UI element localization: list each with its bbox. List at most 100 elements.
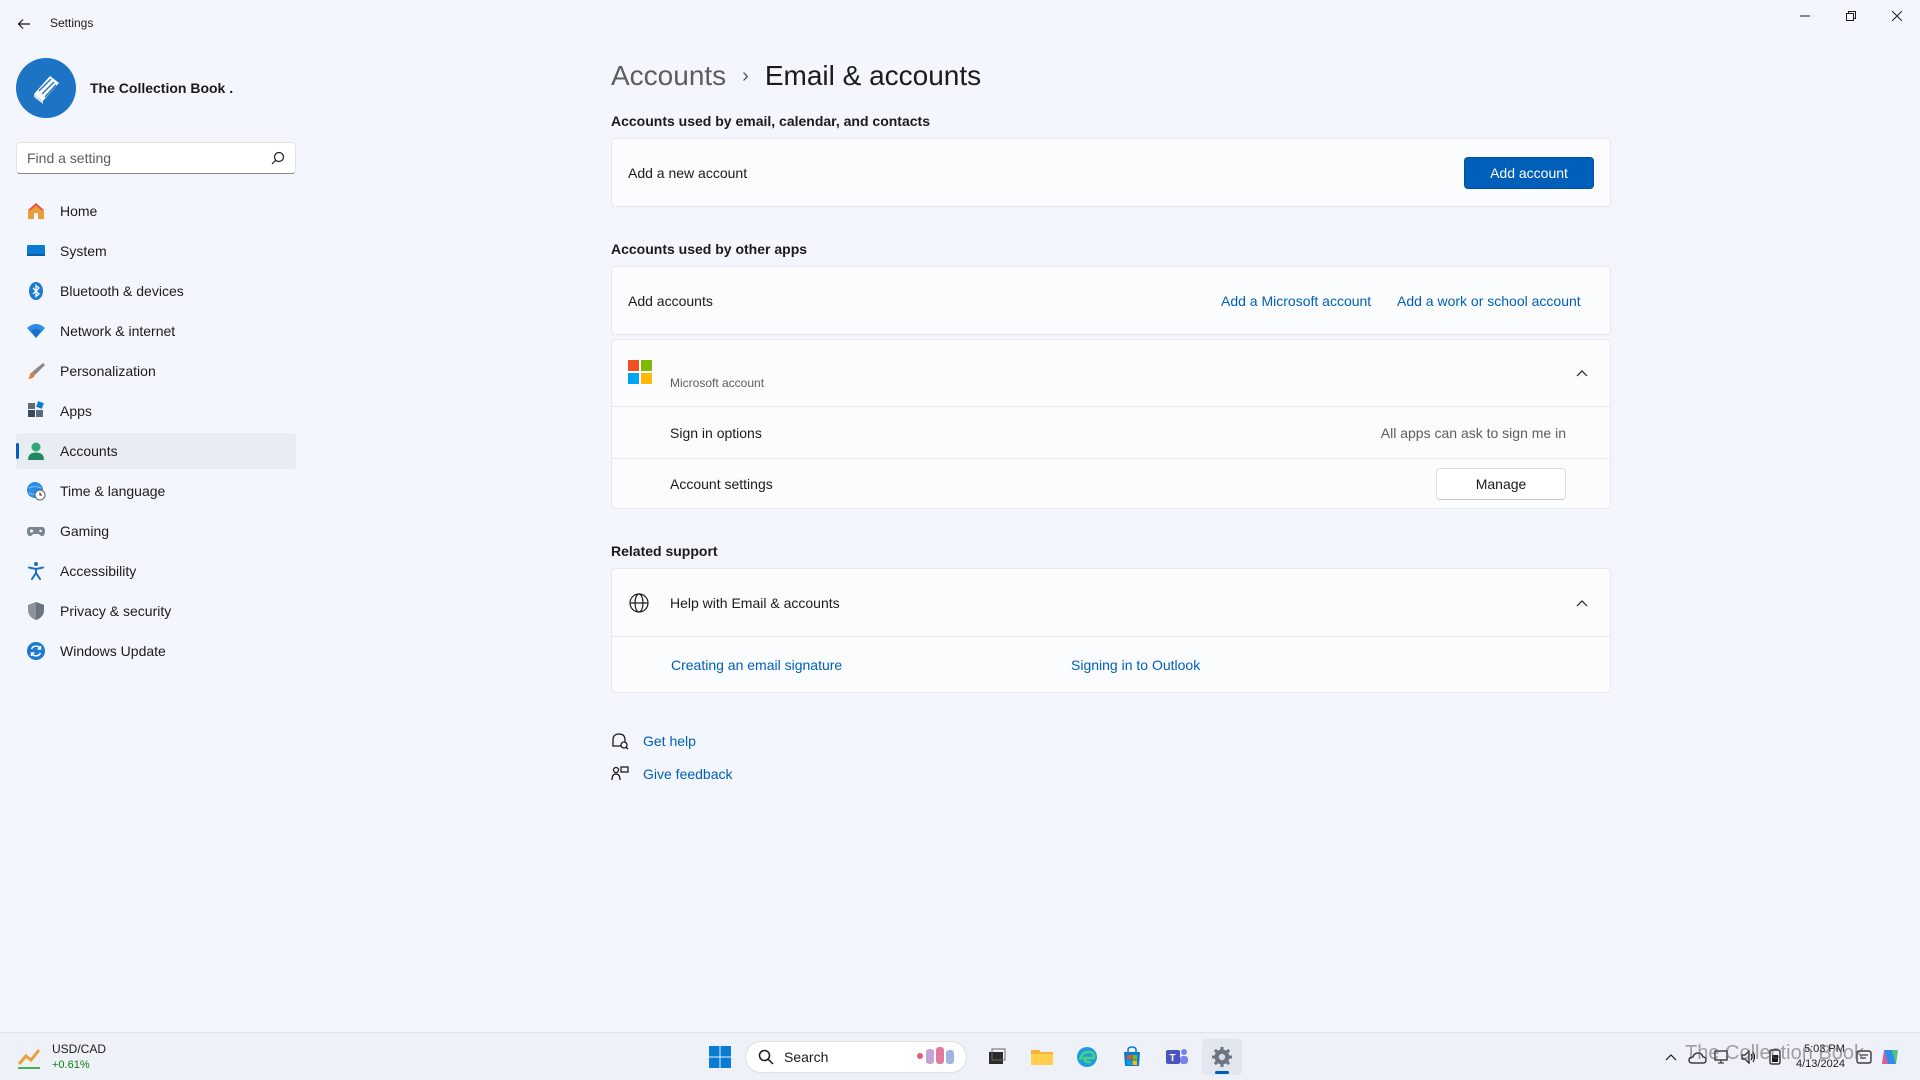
sidebar-item-gaming[interactable]: Gaming [16, 513, 296, 549]
currency-widget[interactable]: USD/CAD +0.61% [16, 1041, 106, 1073]
sidebar-item-privacy[interactable]: Privacy & security [16, 593, 296, 629]
sidebar-item-network[interactable]: Network & internet [16, 313, 296, 349]
taskbar-search[interactable]: Search [745, 1041, 967, 1073]
add-new-account-card: Add a new account Add account [611, 138, 1611, 207]
add-microsoft-account-link[interactable]: Add a Microsoft account [1221, 293, 1371, 309]
show-hidden-icons-button[interactable] [1660, 1046, 1682, 1068]
sidebar-item-windows-update[interactable]: Windows Update [16, 633, 296, 669]
add-new-account-label: Add a new account [628, 164, 748, 181]
get-help-row[interactable]: Get help [611, 724, 733, 757]
sidebar-nav: Home System Bluetooth & devices Network … [16, 193, 296, 673]
minimize-button[interactable] [1782, 0, 1828, 32]
sidebar-item-label: Privacy & security [60, 603, 172, 619]
shield-icon [26, 601, 46, 621]
task-view-button[interactable] [977, 1039, 1017, 1075]
sign-in-options-value: All apps can ask to sign me in [1380, 424, 1566, 441]
store-button[interactable] [1112, 1039, 1152, 1075]
sidebar-item-label: Accessibility [60, 563, 137, 579]
notifications-button[interactable] [1853, 1046, 1875, 1068]
sidebar-item-label: Network & internet [60, 323, 176, 339]
microsoft-account-label: Microsoft account [670, 376, 765, 390]
search-input[interactable] [27, 150, 271, 166]
account-settings-row: Account settings Manage [612, 459, 1610, 509]
user-profile[interactable]: The Collection Book . [16, 56, 233, 120]
breadcrumb: Accounts › Email & accounts [611, 56, 981, 96]
sidebar-item-accessibility[interactable]: Accessibility [16, 553, 296, 589]
microsoft-account-header[interactable]: Microsoft account [612, 340, 1610, 406]
creating-email-signature-link[interactable]: Creating an email signature [671, 657, 842, 673]
sidebar-item-accounts[interactable]: Accounts [16, 433, 296, 469]
sidebar-item-system[interactable]: System [16, 233, 296, 269]
clock[interactable]: 5:03 PM 4/13/2024 [1796, 1042, 1845, 1072]
settings-search[interactable] [16, 142, 296, 174]
gamepad-icon [26, 521, 46, 541]
help-header[interactable]: Help with Email & accounts [612, 569, 1610, 636]
sidebar-item-home[interactable]: Home [16, 193, 296, 229]
minimize-icon [1800, 15, 1810, 17]
sidebar-item-apps[interactable]: Apps [16, 393, 296, 429]
breadcrumb-parent[interactable]: Accounts [611, 60, 726, 92]
file-explorer-button[interactable] [1022, 1039, 1062, 1075]
task-view-icon [989, 1048, 1006, 1064]
battery-button[interactable] [1764, 1046, 1786, 1068]
sidebar-item-label: Home [60, 203, 98, 219]
section-title-other-apps: Accounts used by other apps [611, 241, 808, 257]
back-arrow-icon [17, 19, 30, 29]
folder-icon [1031, 1050, 1053, 1065]
sidebar-item-label: Personalization [60, 363, 156, 379]
close-button[interactable] [1874, 0, 1920, 32]
sidebar-item-label: Accounts [60, 443, 118, 459]
windows-logo-icon [709, 1046, 731, 1068]
section-title-email: Accounts used by email, calendar, and co… [611, 113, 930, 129]
profile-name: The Collection Book . [90, 80, 234, 96]
restore-button[interactable] [1828, 0, 1874, 32]
chevron-up-icon[interactable] [1574, 365, 1590, 381]
book-logo-icon [34, 76, 59, 104]
edge-icon [1077, 1047, 1097, 1067]
taskbar-search-label: Search [784, 1049, 829, 1065]
cloud-icon [1688, 1052, 1707, 1064]
page-title: Email & accounts [764, 60, 982, 91]
help-title: Help with Email & accounts [670, 594, 840, 611]
get-help-icon [612, 732, 629, 749]
edge-button[interactable] [1067, 1039, 1107, 1075]
footer-links: Get help Give feedback [611, 724, 733, 790]
signing-in-outlook-link[interactable]: Signing in to Outlook [1071, 657, 1200, 673]
start-button[interactable] [700, 1039, 740, 1075]
microsoft-logo-icon [628, 360, 652, 387]
sidebar-item-time-language[interactable]: Time & language [16, 473, 296, 509]
onedrive-button[interactable] [1686, 1046, 1708, 1068]
give-feedback-row[interactable]: Give feedback [611, 757, 733, 790]
title-bar: Settings [0, 0, 1920, 48]
add-account-button[interactable]: Add account [1464, 156, 1594, 189]
sign-in-options-row[interactable]: Sign in options All apps can ask to sign… [612, 407, 1610, 458]
bluetooth-icon [26, 281, 46, 301]
chevron-up-icon[interactable] [1574, 595, 1590, 611]
chevron-up-icon [1665, 1054, 1677, 1061]
widget-value: +0.61% [52, 1059, 90, 1071]
sidebar-item-label: Apps [60, 403, 92, 419]
sidebar-item-bluetooth[interactable]: Bluetooth & devices [16, 273, 296, 309]
copilot-icon [1881, 1050, 1898, 1064]
sidebar-item-label: Time & language [60, 483, 166, 499]
manage-button[interactable]: Manage [1436, 468, 1566, 500]
get-help-link[interactable]: Get help [643, 733, 696, 749]
back-button[interactable] [12, 12, 36, 36]
volume-button[interactable] [1738, 1046, 1760, 1068]
network-tray-button[interactable] [1712, 1046, 1734, 1068]
teams-button[interactable]: T [1157, 1039, 1197, 1075]
section-title-related-support: Related support [611, 543, 718, 559]
give-feedback-link[interactable]: Give feedback [643, 766, 733, 782]
svg-text:T: T [1170, 1053, 1176, 1064]
system-icon [26, 241, 46, 261]
restore-icon [1846, 11, 1856, 21]
apps-icon [26, 401, 46, 421]
add-work-school-account-link[interactable]: Add a work or school account [1397, 293, 1581, 309]
search-icon [758, 1049, 774, 1065]
globe-icon [628, 592, 650, 617]
copilot-button[interactable] [1879, 1046, 1901, 1068]
sidebar-item-personalization[interactable]: Personalization [16, 353, 296, 389]
add-accounts-label: Add accounts [628, 292, 713, 309]
widget-title: USD/CAD [52, 1042, 107, 1056]
settings-taskbar-button[interactable] [1202, 1039, 1242, 1075]
